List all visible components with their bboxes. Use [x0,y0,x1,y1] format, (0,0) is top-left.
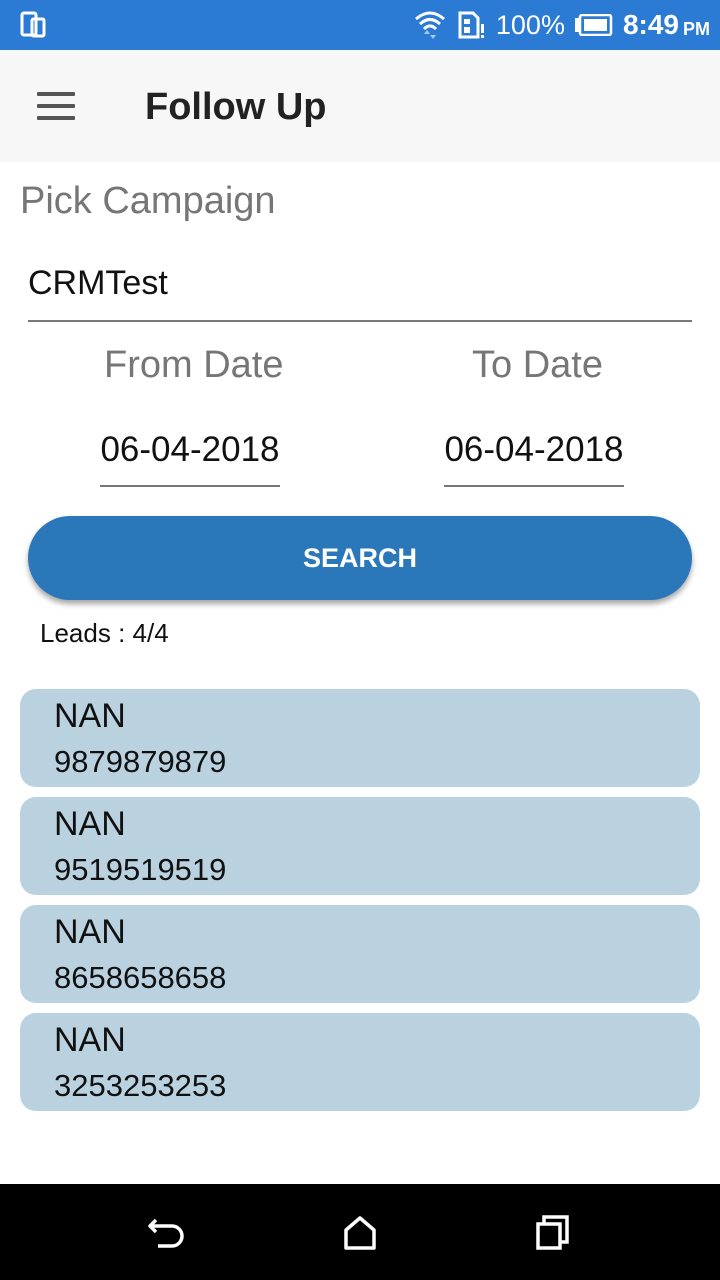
pick-campaign-label: Pick Campaign [20,180,276,222]
page-title: Follow Up [145,86,327,128]
lead-name: NAN [54,1021,126,1059]
search-button[interactable]: SEARCH [28,516,692,600]
lead-name: NAN [54,913,126,951]
back-icon[interactable] [146,1212,190,1252]
home-icon[interactable] [338,1212,382,1252]
clock-ampm: PM [683,18,710,39]
recent-apps-icon[interactable] [530,1212,574,1252]
clock-time: 8:49 [622,9,679,40]
lead-list: NAN 9879879879 NAN 9519519519 NAN 865865… [20,689,700,1121]
from-date-field[interactable]: 06-04-2018 [100,425,280,487]
lead-name: NAN [54,805,126,843]
system-nav-bar [0,1184,720,1280]
lead-card[interactable]: NAN 9519519519 [20,797,700,895]
battery-percent: 100% [495,9,565,40]
to-date-field[interactable]: 06-04-2018 [444,425,624,487]
battery-icon [574,14,613,36]
to-date-label: To Date [472,344,603,386]
from-date-label: From Date [104,344,284,386]
hamburger-menu-icon[interactable] [26,78,86,134]
lead-card[interactable]: NAN 3253253253 [20,1013,700,1111]
lead-card[interactable]: NAN 8658658658 [20,905,700,1003]
lead-name: NAN [54,697,126,735]
leads-count: Leads : 4/4 [40,618,169,648]
lead-phone: 3253253253 [54,1068,227,1103]
lead-phone: 8658658658 [54,960,227,995]
status-bar: 100% 8:49 PM [0,0,720,50]
campaign-select[interactable]: CRMTest [28,258,692,322]
lead-phone: 9879879879 [54,744,227,779]
wifi-icon [414,11,445,39]
lead-phone: 9519519519 [54,852,227,887]
lead-card[interactable]: NAN 9879879879 [20,689,700,787]
device-icon [20,11,46,38]
app-bar: Follow Up [0,50,720,162]
sim-icon [458,11,484,39]
